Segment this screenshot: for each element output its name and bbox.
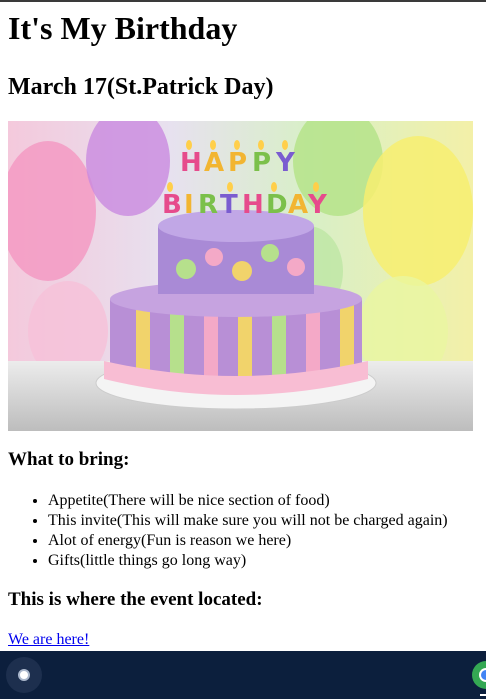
chrome-icon[interactable] <box>471 660 486 690</box>
svg-text:H: H <box>180 148 202 178</box>
launcher-button[interactable] <box>6 657 42 693</box>
page-title: It's My Birthday <box>8 10 238 46</box>
svg-text:B: B <box>162 190 182 220</box>
list-item: Gifts(little things go long way) <box>48 551 478 571</box>
birthday-cake-image: H A P P Y B I R T H D A Y <box>8 121 473 431</box>
list-item: This invite(This will make sure you will… <box>48 511 478 531</box>
svg-text:A: A <box>204 148 224 178</box>
svg-text:H: H <box>242 190 264 220</box>
page-content: It's My Birthday March 17(St.Patrick Day… <box>0 2 486 651</box>
date-heading: March 17(St.Patrick Day) <box>8 74 274 100</box>
svg-text:P: P <box>228 148 247 178</box>
what-to-bring-heading: What to bring: <box>8 449 130 470</box>
svg-text:Y: Y <box>307 190 328 220</box>
bring-list: Appetite(There will be nice section of f… <box>8 491 478 571</box>
svg-text:Y: Y <box>275 148 296 178</box>
svg-text:D: D <box>266 190 288 220</box>
taskbar <box>0 651 486 699</box>
launcher-icon <box>18 669 30 681</box>
active-app-indicator <box>480 694 486 696</box>
list-item: Appetite(There will be nice section of f… <box>48 491 478 511</box>
svg-text:R: R <box>198 190 218 220</box>
svg-text:T: T <box>220 190 238 220</box>
svg-text:I: I <box>184 190 194 220</box>
svg-text:P: P <box>252 148 271 178</box>
location-link[interactable]: We are here! <box>8 631 89 649</box>
location-heading: This is where the event located: <box>8 589 263 610</box>
list-item: Alot of energy(Fun is reason we here) <box>48 531 478 551</box>
svg-text:A: A <box>288 190 308 220</box>
